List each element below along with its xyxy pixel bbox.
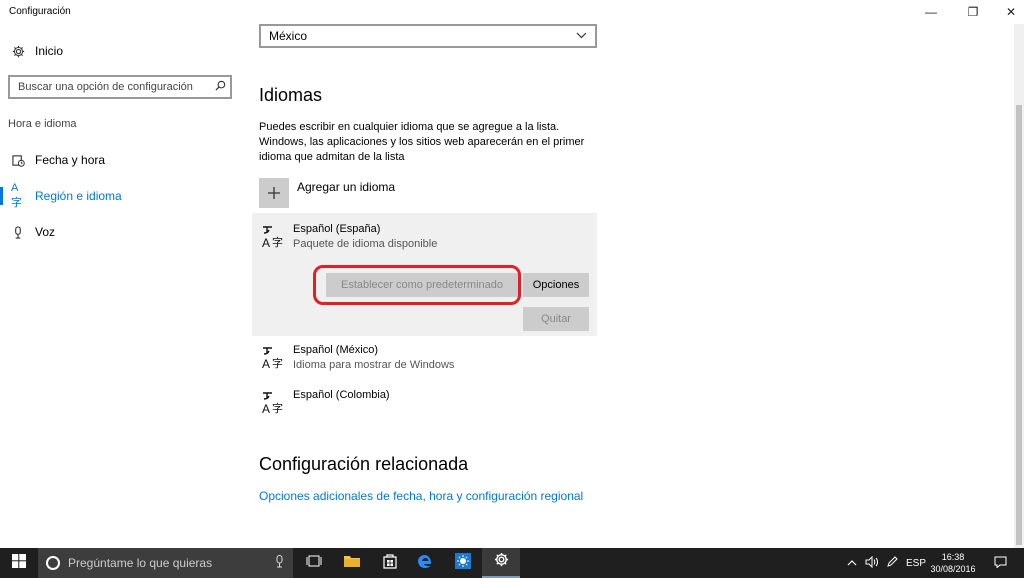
taskbar-search-placeholder: Pregúntame lo que quieras (68, 556, 213, 570)
task-view-icon (306, 554, 322, 572)
languages-heading: Idiomas (259, 85, 323, 105)
store-button[interactable] (371, 548, 409, 578)
pen-workspace-button[interactable] (882, 548, 902, 578)
clock-date: 30/08/2016 (930, 564, 976, 574)
restore-icon: ❐ (967, 5, 979, 19)
add-language-button[interactable]: Agregar un idioma (259, 178, 395, 208)
edge-button[interactable] (406, 548, 444, 578)
search-input[interactable] (10, 81, 210, 93)
country-dropdown[interactable]: México (259, 24, 597, 48)
language-icon: A字 (259, 389, 287, 417)
task-view-button[interactable] (295, 548, 333, 578)
edge-icon (417, 553, 433, 574)
sidebar-item-label: Fecha y hora (35, 153, 106, 167)
svg-text:A: A (262, 402, 270, 415)
language-name: Español (España) (293, 223, 381, 235)
store-icon (382, 553, 398, 574)
weather-app-button[interactable] (444, 548, 482, 578)
language-name: Español (Colombia) (293, 389, 390, 401)
svg-text:A: A (262, 236, 270, 249)
show-hidden-icons-button[interactable] (842, 548, 862, 578)
microphone-icon[interactable] (269, 555, 289, 571)
language-status: Paquete de idioma disponible (293, 238, 438, 250)
clock-time: 16:38 (941, 552, 965, 562)
language-item-es-co[interactable]: A字 Español (Colombia) (252, 387, 597, 423)
volume-icon (865, 555, 879, 571)
taskbar: Pregúntame lo que quieras ESP 16:38 30/0… (0, 548, 1024, 578)
cortana-icon (46, 556, 60, 570)
close-icon: ✕ (1005, 5, 1017, 19)
start-button[interactable] (0, 548, 38, 578)
sidebar-item-label: Voz (35, 225, 56, 239)
sidebar-item-date-time[interactable]: Fecha y hora (0, 143, 245, 177)
settings-window: Configuración — ❐ ✕ Inicio Hora e idioma… (0, 0, 1024, 548)
region-language-icon: A字 (11, 182, 22, 209)
svg-text:字: 字 (272, 235, 283, 249)
sidebar-item-label: Inicio (35, 44, 64, 58)
language-item-es-es[interactable]: A字 Español (España) Paquete de idioma di… (252, 213, 597, 336)
taskbar-search[interactable]: Pregúntame lo que quieras (38, 548, 293, 578)
language-icon: A字 (259, 344, 287, 372)
annotation-ring (313, 265, 521, 305)
close-button[interactable]: ✕ (988, 0, 1024, 24)
sidebar-item-region-language[interactable]: A字 Región e idioma (0, 179, 245, 213)
language-item-es-mx[interactable]: A字 Español (México) Idioma para mostrar … (252, 342, 597, 382)
svg-text:字: 字 (272, 401, 283, 415)
section-label: Hora e idioma (8, 118, 77, 130)
settings-taskbar-button[interactable] (482, 548, 520, 578)
sidebar-item-label: Región e idioma (35, 189, 122, 203)
additional-date-time-link[interactable]: Opciones adicionales de fecha, hora y co… (259, 489, 583, 503)
language-icon: A字 (259, 223, 287, 251)
input-language-button[interactable]: ESP (904, 548, 928, 578)
file-explorer-button[interactable] (333, 548, 371, 578)
language-status: Idioma para mostrar de Windows (293, 359, 455, 371)
main-content: México Idiomas Puedes escribir en cualqu… (245, 24, 1010, 548)
pen-icon (886, 555, 898, 571)
svg-text:字: 字 (272, 356, 283, 370)
sidebar-item-voice[interactable]: Voz (0, 215, 245, 249)
country-value: México (269, 29, 308, 43)
language-name: Español (México) (293, 344, 378, 356)
options-button[interactable]: Opciones (523, 273, 589, 297)
weather-app-icon (455, 552, 471, 574)
sidebar-item-home[interactable]: Inicio (0, 34, 245, 68)
sidebar: Inicio Hora e idioma Fecha y hora A字 Reg… (0, 24, 245, 548)
clock-icon (11, 153, 25, 167)
plus-icon (259, 178, 289, 208)
related-settings-heading: Configuración relacionada (259, 454, 469, 474)
languages-description: Puedes escribir en cualquier idioma que … (259, 121, 585, 163)
minimize-button[interactable]: — (908, 0, 954, 24)
search-icon[interactable] (210, 80, 230, 94)
remove-button[interactable]: Quitar (523, 307, 589, 331)
scrollbar-thumb[interactable] (1016, 105, 1022, 545)
app-title: Configuración (9, 6, 71, 17)
folder-icon (343, 554, 361, 573)
svg-text:A: A (262, 357, 270, 370)
settings-search[interactable] (8, 75, 232, 99)
action-center-button[interactable] (990, 548, 1010, 578)
minimize-icon: — (925, 5, 937, 19)
title-bar: Configuración — ❐ ✕ (0, 0, 1024, 24)
gear-icon (11, 44, 25, 58)
volume-button[interactable] (862, 548, 882, 578)
taskbar-clock[interactable]: 16:38 30/08/2016 (930, 551, 976, 575)
windows-logo-icon (12, 553, 26, 573)
add-language-label: Agregar un idioma (297, 180, 396, 194)
gear-icon (494, 552, 509, 572)
chevron-down-icon (576, 31, 587, 42)
chevron-up-icon (847, 558, 857, 569)
microphone-icon (11, 225, 25, 239)
notification-icon (994, 556, 1007, 571)
